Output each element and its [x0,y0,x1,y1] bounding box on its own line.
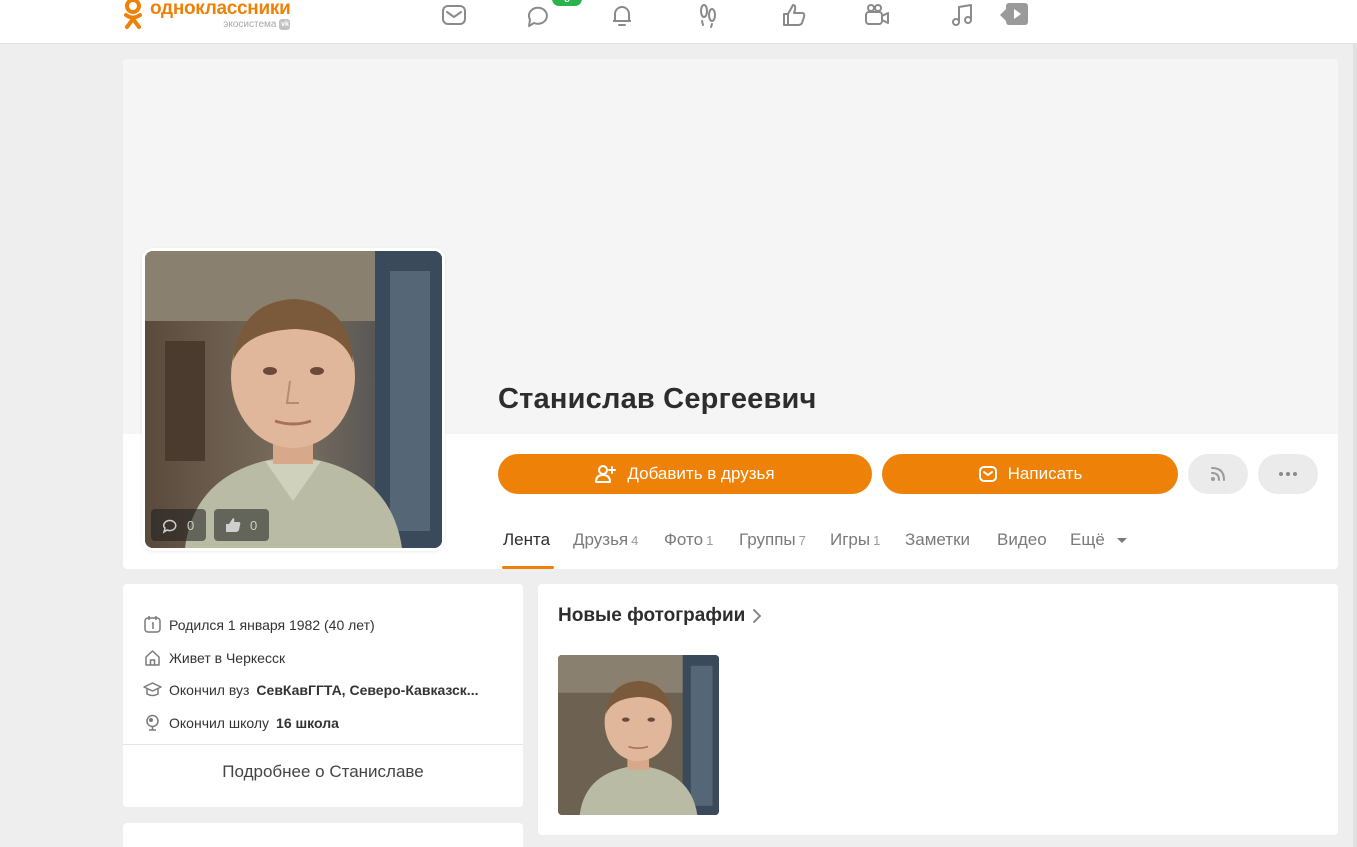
avatar-likes-count: 0 [250,517,258,533]
more-actions-button[interactable] [1258,454,1318,494]
tab-photos-label: Фото [664,530,704,549]
like-icon[interactable] [779,0,809,30]
vk-icon: vk [279,19,291,30]
add-friend-label: Добавить в друзья [627,464,775,483]
avatar-comments-counter[interactable]: 0 [151,509,206,541]
tab-notes[interactable]: Заметки [905,530,970,550]
more-about-link[interactable]: Подробнее о Станиславе [123,762,523,782]
new-photos-title[interactable]: Новые фотографии [558,605,762,627]
tab-more[interactable]: Ещё [1070,530,1128,550]
active-tab-indicator [502,566,554,569]
avatar-likes-counter[interactable]: 0 [214,509,269,541]
info-school-prefix: Окончил школу [169,714,270,731]
photo-thumbnail[interactable] [558,655,719,815]
ok-logo[interactable]: одноклассники экосистема vk [122,0,291,38]
tab-groups-label: Группы [739,530,796,549]
tab-notes-label: Заметки [905,530,971,549]
tab-photos[interactable]: Фото 1 [664,530,713,550]
chevron-right-icon [753,609,762,623]
info-school[interactable]: Окончил школу 16 школа [143,713,339,732]
tab-photos-count: 1 [706,533,714,548]
more-dots-icon [1279,472,1297,476]
info-university-name[interactable]: СевКавГГТА, Северо-Кавказск... [256,682,478,698]
tab-feed[interactable]: Лента [503,530,550,550]
logo-name: одноклассники [150,0,291,19]
tab-groups[interactable]: Группы 7 [739,530,806,550]
calendar-icon [144,616,161,633]
new-photos-title-text: Новые фотографии [558,605,746,626]
discussions-badge: 8 [552,0,582,6]
tab-video-label: Видео [997,530,1047,549]
add-user-icon [595,465,617,483]
tab-games-label: Игры [830,530,871,549]
rss-icon [1211,467,1225,481]
footprints-icon[interactable] [693,0,723,30]
chevron-down-icon [1116,538,1127,543]
scrollbar[interactable] [1353,44,1357,847]
info-city-text: Живет в Черкесск [169,649,286,666]
info-birthday: Родился 1 января 1982 (40 лет) [143,615,375,634]
tab-friends[interactable]: Друзья 4 [573,530,638,550]
graduation-cap-icon [143,682,162,697]
globe-icon [146,714,159,731]
secondary-sidebar-card [123,823,523,847]
info-city: Живет в Черкесск [143,648,285,667]
info-school-name[interactable]: 16 школа [276,715,339,731]
video-play-icon[interactable] [998,0,1030,30]
info-university[interactable]: Окончил вуз СевКавГГТА, Северо-Кавказск.… [143,680,478,699]
like-icon [226,518,241,532]
info-divider [123,744,523,745]
write-message-button[interactable]: Написать [882,454,1178,494]
tab-friends-label: Друзья [573,530,629,549]
tab-games[interactable]: Игры 1 [830,530,880,550]
avatar-comments-count: 0 [187,517,195,533]
tab-games-count: 1 [873,533,881,548]
tab-friends-count: 4 [631,533,639,548]
new-photos-card: Новые фотографии [538,584,1338,835]
subscribe-button[interactable] [1188,454,1248,494]
video-camera-icon[interactable] [862,0,892,30]
tab-groups-count: 7 [798,533,806,548]
tab-video[interactable]: Видео [997,530,1047,550]
mail-icon [978,466,997,482]
profile-name: Станислав Сергеевич [498,383,817,415]
info-birthday-text: Родился 1 января 1982 (40 лет) [169,616,375,633]
music-icon[interactable] [948,0,978,30]
ok-logo-icon [122,0,144,30]
write-message-label: Написать [1007,464,1083,483]
home-icon [145,650,160,666]
logo-ecosystem-label: экосистема [223,19,277,30]
mail-icon[interactable] [439,0,469,30]
profile-avatar[interactable]: 0 0 [145,251,442,548]
comment-icon [162,519,177,534]
profile-info-card: Родился 1 января 1982 (40 лет) Живет в Ч… [123,584,523,807]
tab-feed-label: Лента [503,530,551,549]
tab-more-label: Ещё [1070,530,1105,549]
info-university-prefix: Окончил вуз [169,681,250,698]
bell-icon[interactable] [607,0,637,30]
add-friend-button[interactable]: Добавить в друзья [498,454,872,494]
discussions-icon[interactable] [523,0,553,30]
top-navigation-bar: одноклассники экосистема vk 8 [0,0,1357,44]
